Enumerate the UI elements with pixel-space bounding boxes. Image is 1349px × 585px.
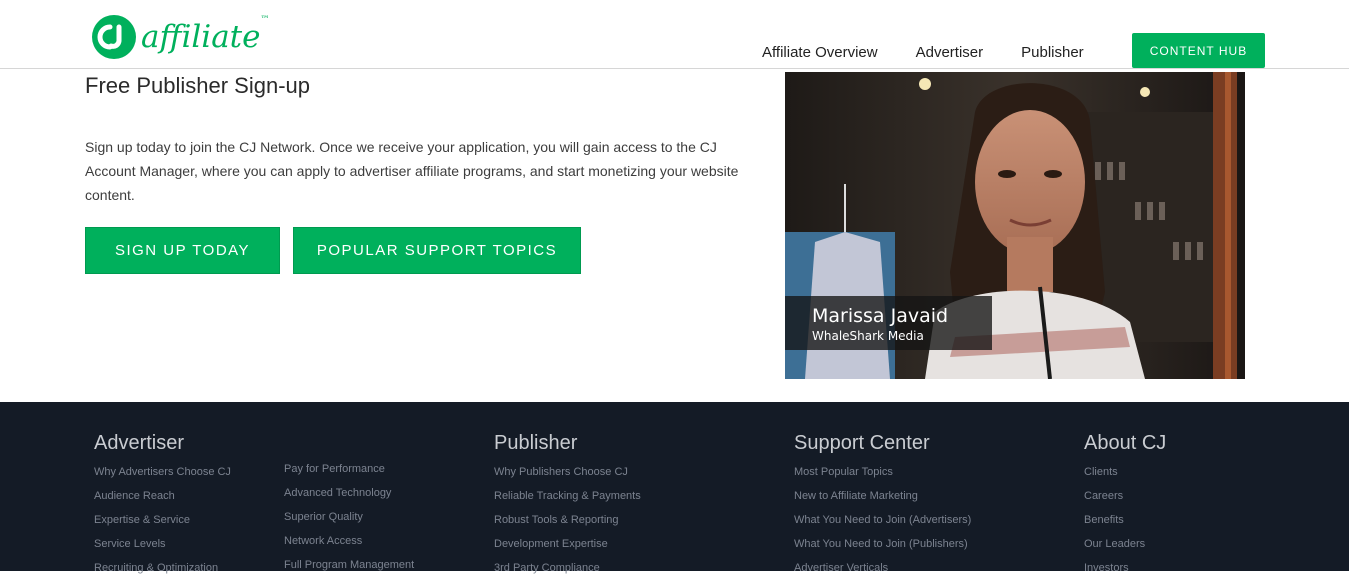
footer-column-support: Support Center Most Popular Topics New t… xyxy=(794,432,971,585)
footer-link[interactable]: Full Program Management xyxy=(284,558,414,582)
footer-link[interactable]: Recruiting & Optimization xyxy=(94,561,231,585)
footer-link[interactable]: Benefits xyxy=(1084,513,1166,537)
page-title: Free Publisher Sign-up xyxy=(85,73,311,98)
footer-column-publisher: Publisher Why Publishers Choose CJ Relia… xyxy=(494,432,641,585)
site-header: affiliate™ Affiliate Overview Advertiser… xyxy=(0,0,1349,69)
footer-link[interactable]: Investors xyxy=(1084,561,1166,585)
footer-link[interactable]: 3rd Party Compliance xyxy=(494,561,641,585)
sign-up-today-button[interactable]: SIGN UP TODAY xyxy=(85,227,280,274)
cj-logo-icon xyxy=(92,15,136,59)
footer-link[interactable]: Reliable Tracking & Payments xyxy=(494,489,641,513)
footer-link[interactable]: New to Affiliate Marketing xyxy=(794,489,971,513)
footer-column-about: About CJ Clients Careers Benefits Our Le… xyxy=(1084,432,1166,585)
footer-link[interactable]: Development Expertise xyxy=(494,537,641,561)
footer-link[interactable]: Network Access xyxy=(284,534,414,558)
content-hub-button[interactable]: CONTENT HUB xyxy=(1132,33,1265,68)
footer-link[interactable]: Why Publishers Choose CJ xyxy=(494,465,641,489)
footer-column-advertiser: Advertiser Why Advertisers Choose CJ Aud… xyxy=(94,432,231,585)
footer-heading-publisher: Publisher xyxy=(494,432,578,454)
footer-link[interactable]: Robust Tools & Reporting xyxy=(494,513,641,537)
footer-link[interactable]: Advanced Technology xyxy=(284,486,414,510)
footer-link[interactable]: What You Need to Join (Publishers) xyxy=(794,537,971,561)
footer-link[interactable]: Careers xyxy=(1084,489,1166,513)
footer-link[interactable]: What You Need to Join (Advertisers) xyxy=(794,513,971,537)
testimonial-photo: Marissa Javaid WhaleShark Media xyxy=(785,72,1245,379)
footer-link[interactable]: Pay for Performance xyxy=(284,462,414,486)
intro-paragraph: Sign up today to join the CJ Network. On… xyxy=(85,139,739,203)
footer-heading-about: About CJ xyxy=(1084,432,1167,454)
footer-link[interactable]: Service Levels xyxy=(94,537,231,561)
footer-column-advertiser-b: Pay for Performance Advanced Technology … xyxy=(284,462,414,582)
photo-caption: Marissa Javaid WhaleShark Media xyxy=(785,296,992,350)
footer-list-about: Clients Careers Benefits Our Leaders Inv… xyxy=(1084,465,1166,585)
nav-advertiser[interactable]: Advertiser xyxy=(916,44,984,61)
footer-heading-support: Support Center xyxy=(794,432,930,454)
nav-affiliate-overview[interactable]: Affiliate Overview xyxy=(762,44,878,61)
footer-link[interactable]: Expertise & Service xyxy=(94,513,231,537)
popular-support-topics-button[interactable]: POPULAR SUPPORT TOPICS xyxy=(293,227,581,274)
footer-link[interactable]: Our Leaders xyxy=(1084,537,1166,561)
main-nav: Affiliate Overview Advertiser Publisher xyxy=(762,44,1122,61)
footer-link[interactable]: Most Popular Topics xyxy=(794,465,971,489)
footer-link[interactable]: Clients xyxy=(1084,465,1166,489)
footer-link[interactable]: Audience Reach xyxy=(94,489,231,513)
footer-list-support: Most Popular Topics New to Affiliate Mar… xyxy=(794,465,971,585)
caption-company: WhaleShark Media xyxy=(812,329,924,343)
footer-list-advertiser-b: Pay for Performance Advanced Technology … xyxy=(284,462,414,582)
logo-wordmark: affiliate™ xyxy=(141,14,270,55)
cj-affiliate-logo[interactable]: affiliate™ xyxy=(91,14,269,60)
footer-link[interactable]: Advertiser Verticals xyxy=(794,561,971,585)
footer-list-advertiser-a: Why Advertisers Choose CJ Audience Reach… xyxy=(94,465,231,585)
caption-name: Marissa Javaid xyxy=(812,305,949,327)
nav-publisher[interactable]: Publisher xyxy=(1021,44,1084,61)
footer-list-publisher: Why Publishers Choose CJ Reliable Tracki… xyxy=(494,465,641,585)
footer-heading-advertiser: Advertiser xyxy=(94,432,185,454)
footer-link[interactable]: Why Advertisers Choose CJ xyxy=(94,465,231,489)
footer-link[interactable]: Superior Quality xyxy=(284,510,414,534)
site-footer: Advertiser Why Advertisers Choose CJ Aud… xyxy=(0,402,1349,574)
